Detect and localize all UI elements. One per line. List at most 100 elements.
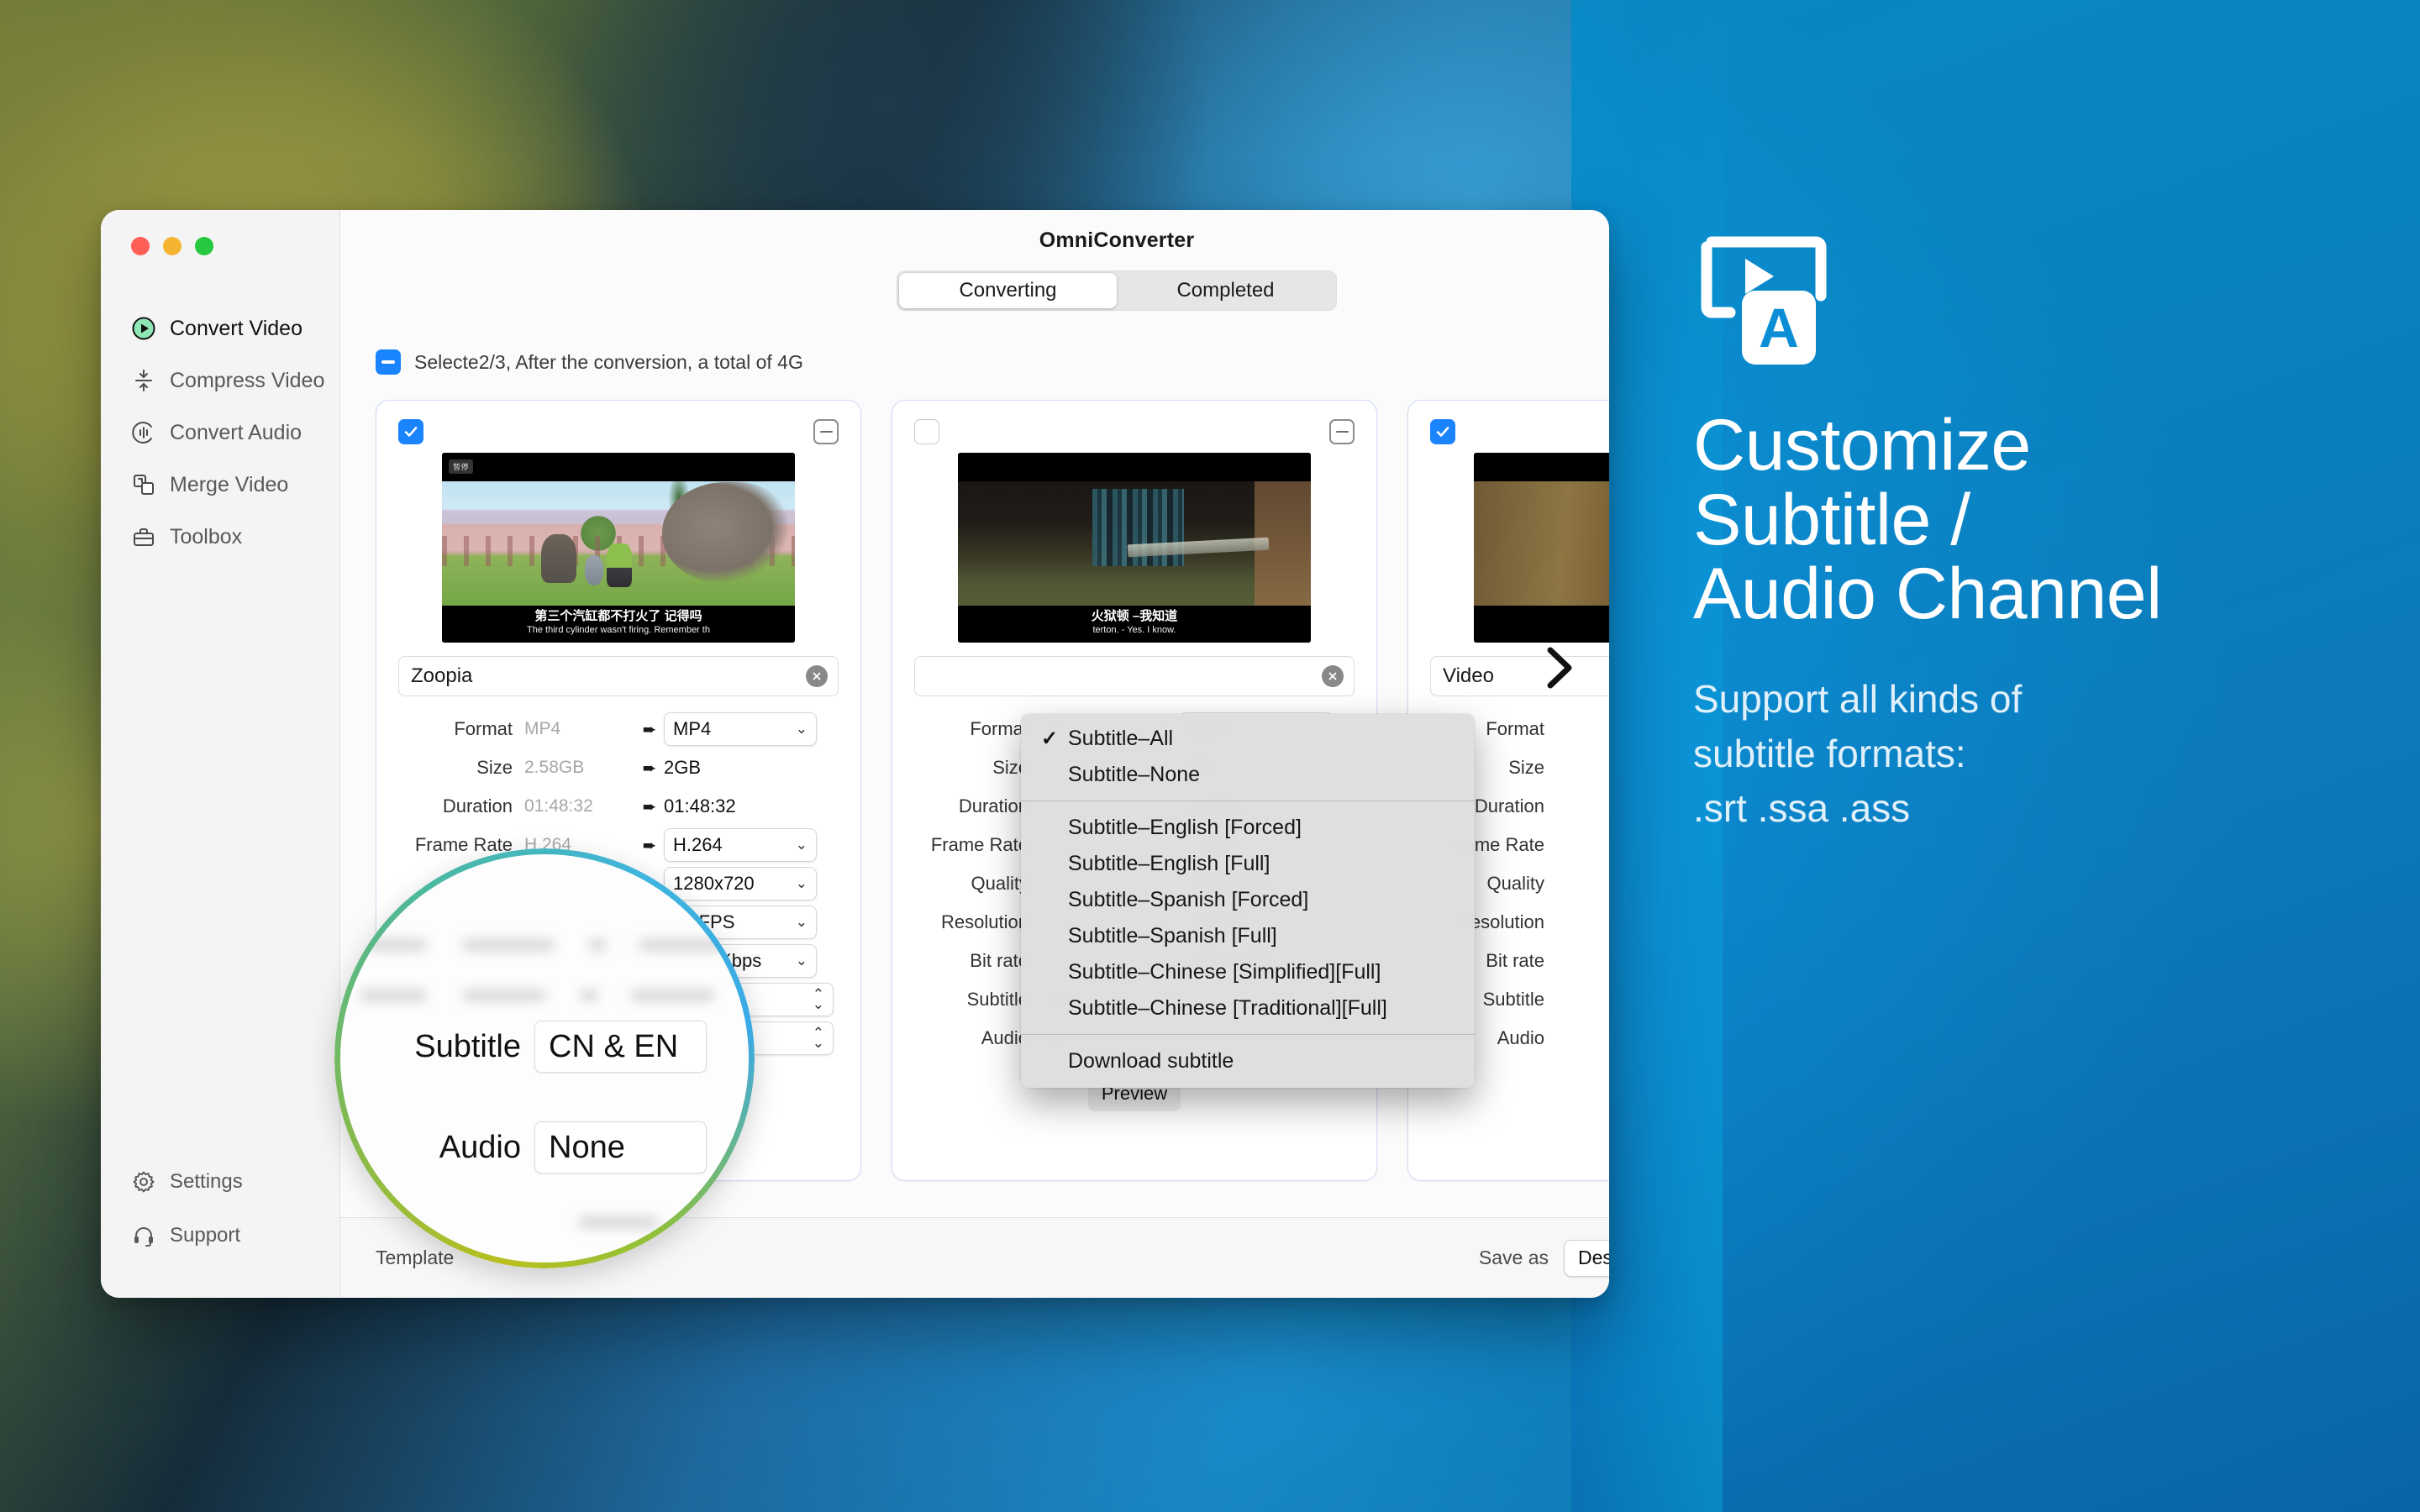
card-header bbox=[1430, 419, 1609, 448]
video-thumbnail[interactable] bbox=[1474, 453, 1609, 643]
menu-item-subtitle-chinese-simplified-full[interactable]: Subtitle–Chinese [Simplified][Full] bbox=[1021, 954, 1475, 990]
video-title-input[interactable]: Zoopia bbox=[398, 656, 839, 696]
next-page-chevron-icon[interactable] bbox=[1542, 643, 1579, 692]
card-remove-button[interactable] bbox=[813, 419, 839, 444]
blur-chip bbox=[462, 939, 555, 951]
menu-item-subtitle-spanish-forced[interactable]: Subtitle–Spanish [Forced] bbox=[1021, 882, 1475, 918]
video-title-value: Video bbox=[1443, 664, 1494, 687]
promo-panel: A Customize Subtitle / Audio Channel Sup… bbox=[1693, 227, 2391, 837]
close-button[interactable] bbox=[131, 237, 150, 255]
clear-icon[interactable] bbox=[806, 665, 828, 687]
letterbox-top bbox=[1474, 453, 1609, 481]
clear-icon[interactable] bbox=[1322, 665, 1344, 687]
select-all-checkbox[interactable] bbox=[376, 349, 401, 375]
letterbox-bottom bbox=[958, 606, 1311, 643]
sidebar-item-compress-video[interactable]: Compress Video bbox=[101, 354, 339, 407]
tab-completed[interactable]: Completed bbox=[1117, 273, 1334, 308]
stepper-icon: ⌃⌄ bbox=[812, 985, 824, 1012]
letterbox-bottom bbox=[1474, 606, 1609, 643]
tab-converting[interactable]: Converting bbox=[899, 273, 1117, 308]
traffic-lights bbox=[101, 210, 339, 255]
blurred-row bbox=[368, 939, 727, 951]
promo-title-line: Audio Channel bbox=[1693, 554, 2162, 635]
sidebar-item-label: Toolbox bbox=[170, 524, 243, 549]
duration-value: 01:48:32 bbox=[664, 795, 736, 816]
promo-subtitle: Support all kinds of subtitle formats: .… bbox=[1693, 672, 2391, 837]
letterbox-top bbox=[958, 453, 1311, 481]
menu-item-subtitle-all[interactable]: ✓ Subtitle–All bbox=[1021, 721, 1475, 757]
card-select-checkbox[interactable] bbox=[398, 419, 424, 444]
menu-item-subtitle-chinese-traditional-full[interactable]: Subtitle–Chinese [Traditional][Full] bbox=[1021, 990, 1475, 1026]
magnified-subtitle-field[interactable]: CN & EN bbox=[534, 1021, 707, 1073]
card-remove-button[interactable] bbox=[1329, 419, 1355, 444]
sidebar-item-toolbox[interactable]: Toolbox bbox=[101, 511, 339, 563]
zoom-button[interactable] bbox=[195, 237, 213, 255]
magnified-audio-row: Audio None bbox=[375, 1121, 707, 1173]
sidebar-item-merge-video[interactable]: Merge Video bbox=[101, 459, 339, 511]
card-select-checkbox[interactable] bbox=[1430, 419, 1455, 444]
magnified-audio-field[interactable]: None bbox=[534, 1121, 707, 1173]
thumbnail-image bbox=[1474, 481, 1609, 606]
card-select-checkbox[interactable] bbox=[914, 419, 939, 444]
video-title-input[interactable] bbox=[914, 656, 1355, 696]
promo-title-line: Subtitle / bbox=[1693, 479, 1970, 560]
menu-item-label: Subtitle–None bbox=[1068, 763, 1201, 786]
blur-chip bbox=[588, 939, 607, 951]
sidebar-item-convert-video[interactable]: Convert Video bbox=[101, 302, 339, 354]
promo-title-line: Customize bbox=[1693, 405, 2031, 486]
convert-video-icon bbox=[131, 316, 156, 341]
app-logo-icon: A bbox=[1693, 227, 1834, 370]
spec-row-frame-rate: Frame Rate H.264 ➨ H.264⌄ bbox=[398, 826, 839, 864]
bottom-bar-actions: Save as Desktop ⌄ Convert bbox=[1479, 1239, 1609, 1277]
gear-icon bbox=[131, 1169, 156, 1194]
menu-item-label: Subtitle–Chinese [Simplified][Full] bbox=[1068, 960, 1381, 984]
blur-chip bbox=[360, 990, 427, 1001]
video-title-input[interactable]: Video bbox=[1430, 656, 1609, 696]
decor-figure bbox=[662, 482, 788, 584]
sidebar-item-settings[interactable]: Settings bbox=[101, 1155, 339, 1209]
menu-item-subtitle-none[interactable]: Subtitle–None bbox=[1021, 757, 1475, 793]
sidebar-item-support[interactable]: Support bbox=[101, 1209, 339, 1263]
thumbnail-image bbox=[958, 481, 1311, 606]
titlebar: OmniConverter bbox=[340, 210, 1609, 270]
minus-icon bbox=[819, 430, 833, 433]
spec-row-size: Size 2.58GB ➨ 2GB bbox=[398, 748, 839, 787]
arrow-right-icon: ➨ bbox=[642, 759, 657, 778]
sidebar: Convert Video Compress Video Convert Aud… bbox=[101, 210, 340, 1298]
blur-chip bbox=[580, 990, 598, 1001]
minus-icon bbox=[1335, 430, 1349, 433]
letterbox-bottom bbox=[442, 606, 795, 643]
blur-chip bbox=[639, 939, 727, 951]
sidebar-item-label: Settings bbox=[170, 1170, 243, 1193]
subtitle-context-menu: ✓ Subtitle–All Subtitle–None Subtitle–En… bbox=[1021, 714, 1475, 1088]
blurred-row bbox=[360, 990, 714, 1001]
spec-source-value: MP4 bbox=[524, 719, 561, 738]
minimize-button[interactable] bbox=[163, 237, 182, 255]
save-as-select[interactable]: Desktop ⌄ bbox=[1564, 1239, 1609, 1277]
sidebar-bottom-nav: Settings Support bbox=[101, 1155, 339, 1298]
menu-item-label: Subtitle–Spanish [Forced] bbox=[1068, 888, 1309, 911]
frame-rate-value: H.264 bbox=[673, 834, 723, 855]
spec-label: Duration bbox=[442, 795, 513, 816]
list-toolbar: Selecte2/3, After the conversion, a tota… bbox=[340, 311, 1609, 383]
minus-icon bbox=[381, 360, 395, 364]
menu-item-download-subtitle[interactable]: Download subtitle bbox=[1021, 1043, 1475, 1079]
toolbox-icon bbox=[131, 524, 156, 549]
quality-select[interactable]: 1280x720 ⌄ bbox=[664, 867, 817, 900]
sidebar-item-convert-audio[interactable]: Convert Audio bbox=[101, 407, 339, 459]
video-thumbnail[interactable]: 火狱顿 –我知道 terton. - Yes. I know. bbox=[958, 453, 1311, 643]
size-value: 2GB bbox=[664, 757, 702, 778]
menu-item-subtitle-english-forced[interactable]: Subtitle–English [Forced] bbox=[1021, 810, 1475, 846]
video-title-value: Zoopia bbox=[411, 664, 473, 687]
template-button[interactable]: Template bbox=[376, 1247, 454, 1269]
blur-chip bbox=[578, 1216, 659, 1228]
headset-icon bbox=[131, 1223, 156, 1248]
video-thumbnail[interactable]: 暂停 第三个汽缸都不打火了 记得吗 The third cylinder was… bbox=[442, 453, 795, 643]
menu-item-subtitle-english-full[interactable]: Subtitle–English [Full] bbox=[1021, 846, 1475, 882]
arrow-right-icon: ➨ bbox=[642, 797, 657, 816]
menu-item-subtitle-spanish-full[interactable]: Subtitle–Spanish [Full] bbox=[1021, 918, 1475, 954]
frame-rate-select[interactable]: H.264 ⌄ bbox=[664, 828, 817, 862]
selection-summary: Selecte2/3, After the conversion, a tota… bbox=[414, 350, 803, 373]
format-select[interactable]: MP4 ⌄ bbox=[664, 712, 817, 746]
promo-subtitle-line: Support all kinds of bbox=[1693, 676, 2023, 721]
